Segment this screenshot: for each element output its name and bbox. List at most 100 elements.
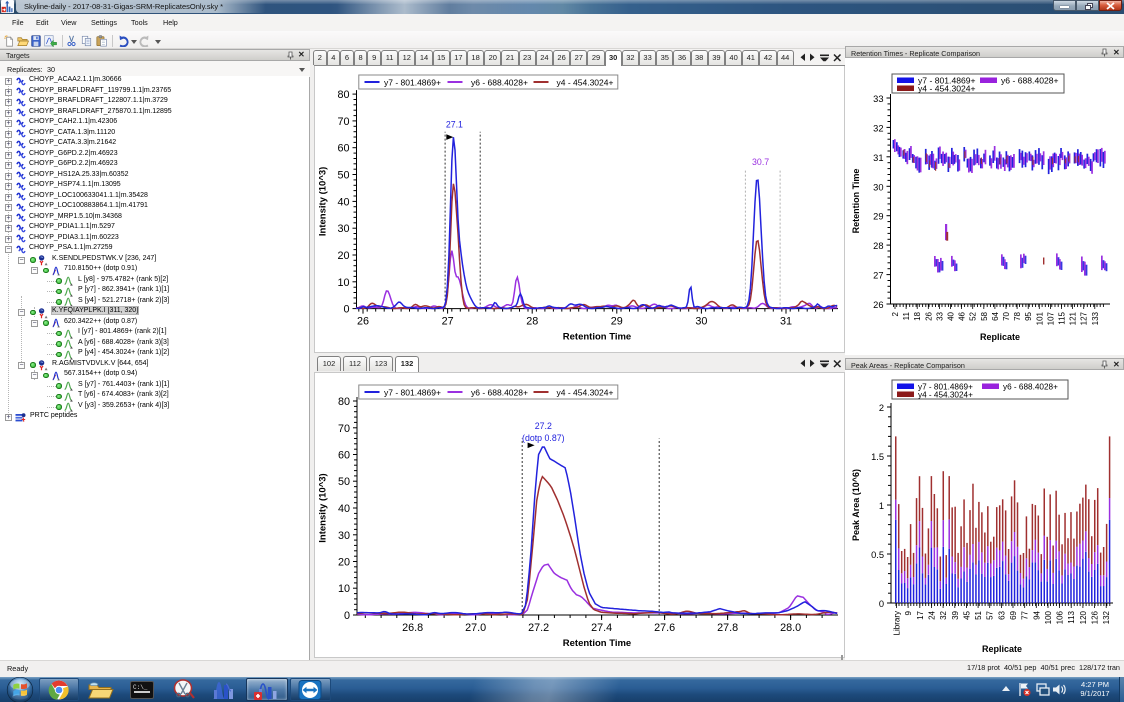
- svg-text:Intensity (10^3): Intensity (10^3): [318, 167, 329, 236]
- svg-text:32: 32: [873, 123, 883, 133]
- svg-text:27.8: 27.8: [717, 622, 738, 634]
- svg-text:51: 51: [974, 610, 983, 619]
- svg-text:24: 24: [928, 610, 937, 619]
- svg-text:107: 107: [1046, 311, 1055, 325]
- svg-text:52: 52: [969, 311, 978, 320]
- svg-text:100: 100: [1044, 610, 1053, 624]
- svg-text:70: 70: [338, 423, 350, 435]
- svg-text:2: 2: [891, 311, 900, 316]
- svg-text:70: 70: [337, 116, 349, 128]
- svg-text:27.1: 27.1: [446, 120, 463, 130]
- svg-text:115: 115: [1058, 311, 1067, 324]
- svg-text:30: 30: [338, 530, 350, 542]
- svg-text:28: 28: [873, 241, 883, 251]
- svg-text:78: 78: [1013, 311, 1022, 320]
- svg-text:64: 64: [991, 311, 1000, 320]
- svg-text:0: 0: [879, 599, 884, 609]
- svg-text:20: 20: [338, 557, 350, 569]
- svg-text:127: 127: [1080, 311, 1089, 325]
- svg-text:26: 26: [924, 311, 933, 320]
- svg-text:113: 113: [1067, 610, 1076, 623]
- svg-text:y4 - 454.3024+: y4 - 454.3024+: [557, 388, 614, 398]
- svg-text:33: 33: [935, 311, 944, 320]
- svg-text:29: 29: [611, 316, 623, 328]
- svg-text:0.5: 0.5: [871, 550, 884, 560]
- svg-text:40: 40: [338, 503, 350, 515]
- svg-text:60: 60: [338, 450, 350, 462]
- svg-text:Peak Area (10^6): Peak Area (10^6): [851, 469, 861, 541]
- svg-text:(dotp 0.87): (dotp 0.87): [522, 433, 565, 443]
- svg-text:18: 18: [913, 311, 922, 320]
- svg-text:26: 26: [357, 316, 369, 328]
- svg-text:20: 20: [337, 250, 349, 262]
- svg-text:80: 80: [338, 396, 350, 408]
- svg-text:y4 - 454.3024+: y4 - 454.3024+: [557, 78, 614, 88]
- svg-text:1: 1: [879, 501, 884, 511]
- svg-text:27.6: 27.6: [654, 622, 675, 634]
- svg-text:50: 50: [338, 476, 350, 488]
- svg-text:0: 0: [343, 304, 349, 316]
- svg-text:46: 46: [958, 311, 967, 320]
- svg-text:32: 32: [939, 610, 948, 619]
- svg-text:y4 - 454.3024+: y4 - 454.3024+: [918, 391, 973, 400]
- svg-text:133: 133: [1091, 311, 1100, 325]
- svg-text:27.4: 27.4: [591, 622, 612, 634]
- svg-text:57: 57: [986, 610, 995, 619]
- svg-text:Replicate: Replicate: [980, 332, 1020, 342]
- svg-text:Intensity (10^3): Intensity (10^3): [318, 473, 329, 542]
- svg-text:y6 - 688.4028+: y6 - 688.4028+: [1003, 383, 1058, 392]
- svg-text:101: 101: [1035, 311, 1044, 325]
- svg-text:Retention Time: Retention Time: [563, 332, 631, 343]
- svg-text:95: 95: [1024, 311, 1033, 320]
- svg-text:2: 2: [879, 403, 884, 413]
- svg-text:y4 - 454.3024+: y4 - 454.3024+: [918, 84, 976, 94]
- svg-text:10: 10: [337, 277, 349, 289]
- svg-text:y6 - 688.4028+: y6 - 688.4028+: [471, 388, 528, 398]
- svg-text:28.0: 28.0: [780, 622, 801, 634]
- svg-text:70: 70: [1002, 311, 1011, 320]
- svg-text:30.7: 30.7: [752, 157, 769, 167]
- svg-text:y6 - 688.4028+: y6 - 688.4028+: [1001, 76, 1059, 86]
- svg-text:106: 106: [1056, 610, 1065, 624]
- svg-text:50: 50: [337, 170, 349, 182]
- svg-text:Replicate: Replicate: [982, 644, 1022, 654]
- svg-text:Retention Time: Retention Time: [851, 169, 861, 234]
- svg-text:40: 40: [337, 196, 349, 208]
- svg-text:33: 33: [873, 94, 883, 104]
- svg-text:Library: Library: [893, 611, 902, 635]
- svg-text:80: 80: [337, 89, 349, 101]
- svg-text:121: 121: [1069, 311, 1078, 325]
- svg-text:39: 39: [951, 610, 960, 619]
- svg-text:31: 31: [873, 153, 883, 163]
- svg-text:132: 132: [1102, 610, 1111, 624]
- svg-text:0: 0: [344, 610, 350, 622]
- svg-text:63: 63: [997, 610, 1006, 619]
- svg-text:1.5: 1.5: [871, 452, 884, 462]
- svg-text:29: 29: [873, 212, 883, 222]
- svg-text:Retention Time: Retention Time: [563, 638, 631, 649]
- svg-text:120: 120: [1079, 610, 1088, 624]
- svg-text:31: 31: [780, 316, 792, 328]
- svg-text:26.8: 26.8: [402, 622, 423, 634]
- svg-text:94: 94: [1032, 610, 1041, 619]
- svg-text:60: 60: [337, 143, 349, 155]
- svg-text:69: 69: [1009, 610, 1018, 619]
- svg-text:27: 27: [442, 316, 454, 328]
- svg-text:10: 10: [338, 583, 350, 595]
- svg-text:30: 30: [695, 316, 707, 328]
- svg-text:9: 9: [904, 610, 913, 615]
- svg-text:27.0: 27.0: [465, 622, 486, 634]
- svg-text:27.2: 27.2: [535, 421, 552, 431]
- svg-text:58: 58: [980, 311, 989, 320]
- svg-text:17: 17: [916, 610, 925, 619]
- svg-text:45: 45: [962, 610, 971, 619]
- svg-text:77: 77: [1021, 610, 1030, 619]
- svg-text:28: 28: [526, 316, 538, 328]
- svg-text:126: 126: [1091, 610, 1100, 624]
- svg-text:26: 26: [873, 300, 883, 310]
- svg-text:40: 40: [947, 311, 956, 320]
- svg-text:27: 27: [873, 271, 883, 281]
- svg-text:y7 - 801.4869+: y7 - 801.4869+: [384, 388, 441, 398]
- svg-text:11: 11: [902, 311, 911, 320]
- svg-text:27.2: 27.2: [528, 622, 549, 634]
